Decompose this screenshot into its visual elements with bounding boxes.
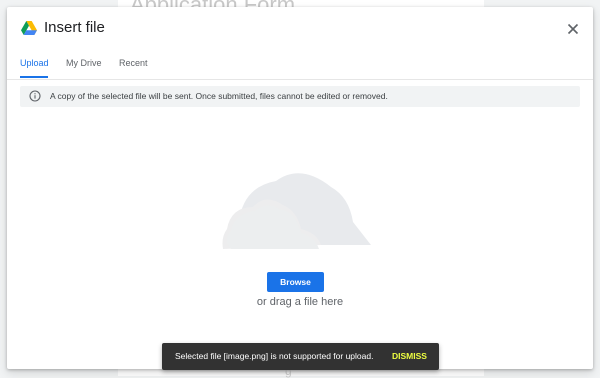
google-drive-icon bbox=[21, 21, 37, 35]
tab-upload[interactable]: Upload bbox=[20, 58, 49, 68]
dialog-title: Insert file bbox=[44, 19, 105, 36]
drag-instruction: or drag a file here bbox=[256, 296, 344, 308]
tab-my-drive[interactable]: My Drive bbox=[66, 58, 102, 68]
browse-button[interactable]: Browse bbox=[267, 272, 324, 292]
close-icon[interactable] bbox=[565, 21, 581, 37]
dismiss-button[interactable]: DISMISS bbox=[392, 351, 427, 361]
info-notice: A copy of the selected file will be sent… bbox=[20, 86, 580, 107]
active-tab-indicator bbox=[20, 76, 48, 78]
cloud-icon bbox=[222, 173, 371, 249]
insert-file-dialog: Insert file Upload My Drive Recent A cop… bbox=[7, 7, 593, 369]
tab-recent[interactable]: Recent bbox=[119, 58, 148, 68]
tab-bar: Upload My Drive Recent bbox=[7, 53, 593, 80]
notice-text: A copy of the selected file will be sent… bbox=[50, 91, 388, 101]
info-icon bbox=[29, 90, 41, 102]
error-snackbar: Selected file [image.png] is not support… bbox=[162, 343, 439, 370]
snackbar-message: Selected file [image.png] is not support… bbox=[175, 351, 374, 361]
